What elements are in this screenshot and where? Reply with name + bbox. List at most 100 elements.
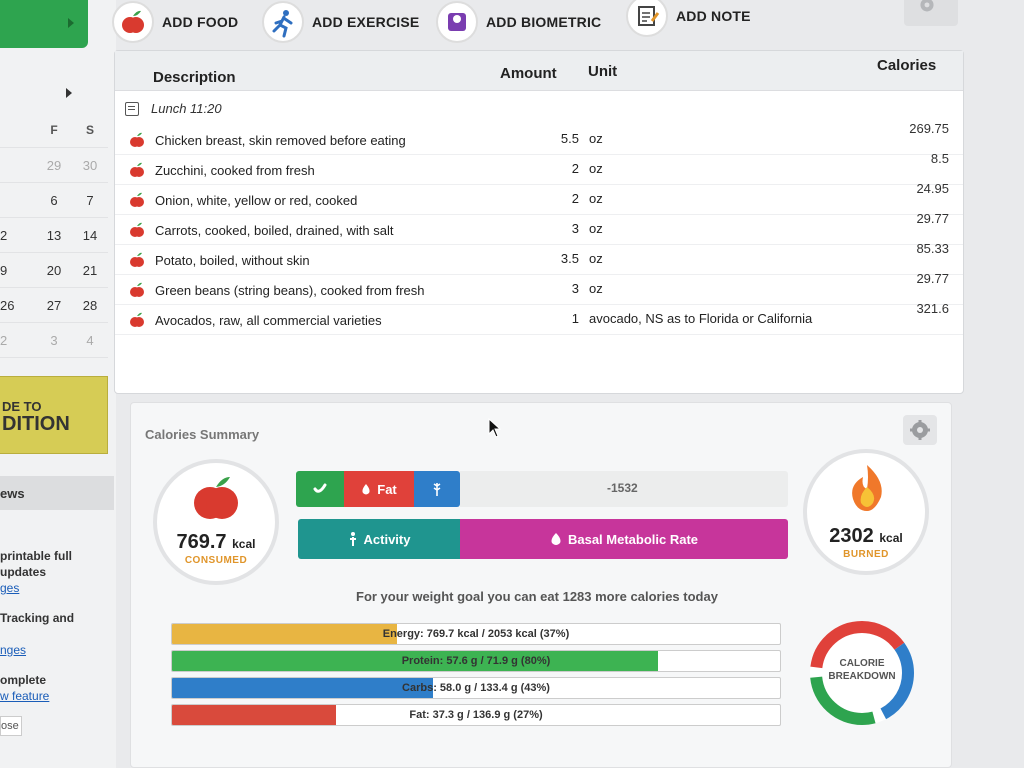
calendar-week: 6 7 [0, 183, 108, 218]
news-link[interactable]: w feature [0, 688, 49, 704]
apple-icon [130, 162, 144, 177]
food-amount: 3.5 [560, 251, 579, 266]
summary-settings-button[interactable] [903, 415, 937, 445]
bmr-label: Basal Metabolic Rate [567, 531, 699, 547]
col-unit: Unit [588, 63, 618, 80]
calendar-day[interactable]: 26 [0, 288, 36, 322]
note-icon [125, 101, 139, 116]
food-description: Chicken breast, skin removed before eati… [155, 133, 406, 148]
gear-icon [910, 420, 930, 440]
carbs-segment[interactable] [414, 471, 460, 507]
calendar-day[interactable]: 13 [36, 218, 72, 252]
news-title: ews [0, 486, 25, 501]
news-text: printable full [0, 549, 72, 563]
energy-progress-label: Energy: 769.7 kcal / 2053 kcal (37%) [382, 628, 570, 640]
calendar-day[interactable]: 28 [72, 288, 108, 322]
table-row[interactable]: Potato, boiled, without skin 3.5 oz 85.3… [115, 241, 963, 275]
flame-icon [852, 465, 882, 511]
add-note-label: ADD NOTE [676, 8, 751, 24]
table-row[interactable]: Onion, white, yellow or red, cooked 2 oz… [115, 181, 963, 215]
news-text: Tracking and [0, 611, 75, 625]
fat-progress-bar: Fat: 37.3 g / 136.9 g (27%) [171, 704, 781, 726]
calendar-day[interactable]: 2 [0, 218, 36, 252]
calendar-day[interactable]: 7 [72, 183, 108, 217]
food-unit: oz [589, 281, 603, 296]
settings-dropdown[interactable] [904, 0, 958, 26]
add-note-button[interactable]: ADD NOTE [626, 0, 751, 38]
calendar-day[interactable]: 27 [36, 288, 72, 322]
calendar-day[interactable] [0, 148, 36, 182]
news-text: updates [0, 565, 47, 579]
person-icon [349, 532, 356, 546]
food-calories: 29.77 [916, 271, 949, 286]
table-row[interactable]: Carrots, cooked, boiled, drained, with s… [115, 211, 963, 245]
breakdown-label: CALORIE BREAKDOWN [828, 658, 896, 682]
add-exercise-button[interactable]: ADD EXERCISE [262, 0, 419, 44]
food-diary-table: Description Amount Unit Calories Lunch 1… [114, 50, 964, 394]
promo-banner[interactable]: DE TO DITION [0, 376, 108, 454]
meal-header[interactable]: Lunch 11:20 [125, 101, 222, 116]
apple-icon [194, 477, 238, 519]
food-unit: oz [589, 191, 603, 206]
food-amount: 2 [571, 161, 579, 176]
add-food-label: ADD FOOD [162, 14, 239, 30]
col-calories: Calories [877, 57, 937, 74]
calendar-day[interactable]: 9 [0, 253, 36, 287]
calendar-week: 9 20 21 [0, 253, 108, 288]
add-food-button[interactable]: ADD FOOD [112, 0, 238, 44]
promo-line-1: DE TO [2, 399, 42, 414]
bmr-segment[interactable]: Basal Metabolic Rate [460, 519, 788, 559]
news-link[interactable]: ges [0, 580, 19, 596]
table-row[interactable]: Green beans (string beans), cooked from … [115, 271, 963, 305]
add-biometric-label: ADD BIOMETRIC [486, 14, 602, 30]
calendar-week: 2 3 4 [0, 323, 108, 358]
calendar-day[interactable]: 30 [72, 148, 108, 182]
food-description: Onion, white, yellow or red, cooked [155, 193, 358, 208]
fat-segment[interactable]: Fat [344, 471, 414, 507]
fat-label: Fat [377, 481, 397, 497]
apple-icon [130, 312, 144, 327]
food-calories: 321.6 [916, 301, 949, 316]
calendar-header-sat: S [85, 122, 94, 137]
promo-line-2: DITION [2, 413, 70, 435]
calendar-day[interactable]: 14 [72, 218, 108, 252]
burned-label: BURNED [843, 549, 889, 560]
calendar-next-icon[interactable] [66, 88, 72, 98]
activity-label: Activity [363, 531, 411, 547]
apple-icon [130, 252, 144, 267]
green-action-button[interactable] [0, 0, 88, 48]
table-row[interactable]: Chicken breast, skin removed before eati… [115, 121, 963, 155]
calendar-header-fri: F [50, 122, 58, 137]
close-button[interactable]: ose [0, 716, 22, 736]
calendar-day[interactable] [0, 183, 36, 217]
news-link[interactable]: nges [0, 642, 26, 658]
table-row[interactable]: Avocados, raw, all commercial varieties … [115, 301, 963, 335]
add-biometric-button[interactable]: ADD BIOMETRIC [436, 0, 601, 44]
calendar-week: 2 13 14 [0, 218, 108, 253]
calendar-day[interactable]: 2 [0, 323, 36, 357]
food-description: Avocados, raw, all commercial varieties [155, 313, 382, 328]
apple-icon [112, 1, 154, 43]
calendar-day[interactable]: 4 [72, 323, 108, 357]
drumstick-icon [313, 483, 327, 493]
calendar-day[interactable]: 21 [72, 253, 108, 287]
col-amount: Amount [500, 65, 557, 82]
activity-segment[interactable]: Activity [298, 519, 460, 559]
food-unit: oz [589, 161, 603, 176]
consumed-label: CONSUMED [184, 555, 248, 566]
apple-icon [130, 192, 144, 207]
calories-summary-panel: Calories Summary 769.7 kcal CONSUMED Fat… [130, 402, 952, 768]
gear-icon [920, 0, 934, 12]
weight-goal-text: For your weight goal you can eat 1283 mo… [356, 589, 718, 604]
calendar-day[interactable]: 6 [36, 183, 72, 217]
calendar-day[interactable]: 20 [36, 253, 72, 287]
calendar-day[interactable]: 29 [36, 148, 72, 182]
scale-icon [436, 1, 478, 43]
calorie-breakdown-chart[interactable]: CALORIE BREAKDOWN [799, 613, 925, 733]
calendar-day[interactable]: 3 [36, 323, 72, 357]
food-calories: 269.75 [909, 121, 949, 136]
food-calories: 29.77 [916, 211, 949, 226]
table-row[interactable]: Zucchini, cooked from fresh 2 oz 8.5 [115, 151, 963, 185]
protein-segment[interactable] [296, 471, 344, 507]
note-icon [626, 0, 668, 37]
